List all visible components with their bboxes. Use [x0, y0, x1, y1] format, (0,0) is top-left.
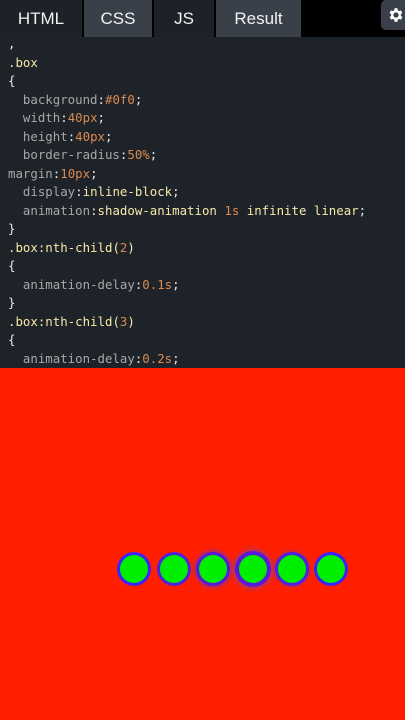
code-token: 40px [67, 110, 98, 125]
code-token: :nth-child( [37, 239, 120, 255]
code-token: { [8, 73, 16, 88]
settings-button[interactable] [381, 0, 405, 30]
code-token: :nth-child( [37, 313, 120, 329]
code-token: shadow-animation [97, 202, 225, 218]
gear-icon [389, 8, 403, 22]
code-token: ; [172, 350, 180, 366]
code-token: : [90, 202, 98, 218]
green-box [120, 555, 148, 583]
code-token: 0.2s [142, 350, 173, 366]
code-line: { [8, 331, 366, 350]
code-token: background [8, 91, 98, 107]
code-line: animation-delay:0.1s; [8, 276, 366, 295]
code-token: 10px [60, 165, 91, 181]
code-line: animation:shadow-animation 1s infinite l… [8, 202, 366, 221]
code-token: 1s [224, 202, 240, 218]
code-line: } [8, 220, 366, 239]
code-line: margin:10px; [8, 165, 366, 184]
tab-result[interactable]: Result [216, 0, 301, 37]
code-token: border-radius [8, 147, 120, 162]
code-token: .box [8, 54, 38, 70]
result-preview [0, 368, 405, 720]
code-token: } [8, 221, 16, 236]
code-token: animation-delay [8, 276, 135, 292]
code-line: .box:nth-child(3) [8, 313, 366, 332]
code-token: ; [358, 202, 367, 218]
code-token: ) [127, 239, 135, 255]
code-content: , .box{ background:#0f0; width:40px; heig… [8, 37, 366, 368]
code-token: #0f0 [105, 91, 135, 107]
code-token: ; [172, 184, 180, 199]
code-line: background:#0f0; [8, 91, 366, 110]
tab-bar: HTML CSS JS Result [0, 0, 405, 37]
code-token: .box [8, 239, 38, 255]
code-token: .box [8, 313, 38, 329]
tab-js[interactable]: JS [154, 0, 214, 37]
css-code-editor[interactable]: , .box{ background:#0f0; width:40px; heig… [0, 37, 405, 368]
code-token: height [8, 128, 68, 144]
green-box [160, 555, 188, 583]
code-line: height:40px; [8, 128, 366, 147]
code-line: , [8, 37, 366, 54]
box-row [117, 555, 353, 585]
code-line: .box:nth-child(2) [8, 239, 366, 258]
code-token: } [8, 295, 16, 310]
code-token: : [60, 110, 68, 125]
code-line: .box [8, 54, 366, 73]
code-token: , [8, 37, 16, 51]
code-token: infinite linear [239, 202, 359, 218]
code-token: ; [90, 165, 98, 181]
code-token: : [97, 91, 105, 107]
code-line: } [8, 294, 366, 313]
code-token: 0.1s [142, 276, 173, 292]
tab-html[interactable]: HTML [0, 0, 82, 37]
code-line: { [8, 257, 366, 276]
code-token: { [8, 258, 16, 273]
code-line: width:40px; [8, 109, 366, 128]
code-token: ) [127, 313, 135, 329]
code-token: ; [149, 147, 158, 162]
code-token: : [75, 184, 83, 199]
tab-css[interactable]: CSS [84, 0, 152, 37]
green-box [239, 555, 267, 583]
code-line: border-radius:50%; [8, 146, 366, 165]
code-token: ; [105, 128, 113, 144]
code-token: 40px [75, 128, 105, 144]
code-token: display [8, 184, 76, 199]
code-token: 50% [127, 147, 150, 162]
code-token: ; [134, 91, 143, 107]
code-token: animation [8, 202, 91, 218]
code-line: { [8, 72, 366, 91]
code-line: display:inline-block; [8, 183, 366, 202]
code-token: width [8, 110, 61, 125]
green-box [278, 555, 306, 583]
green-box [317, 555, 345, 583]
code-token: animation-delay [8, 350, 135, 366]
code-token: { [8, 332, 16, 347]
green-box [199, 555, 227, 583]
code-token: margin [8, 165, 53, 181]
code-token: ; [97, 110, 105, 125]
code-line: animation-delay:0.2s; [8, 350, 366, 369]
code-token: ; [172, 276, 180, 292]
code-token: inline-block [82, 184, 173, 199]
